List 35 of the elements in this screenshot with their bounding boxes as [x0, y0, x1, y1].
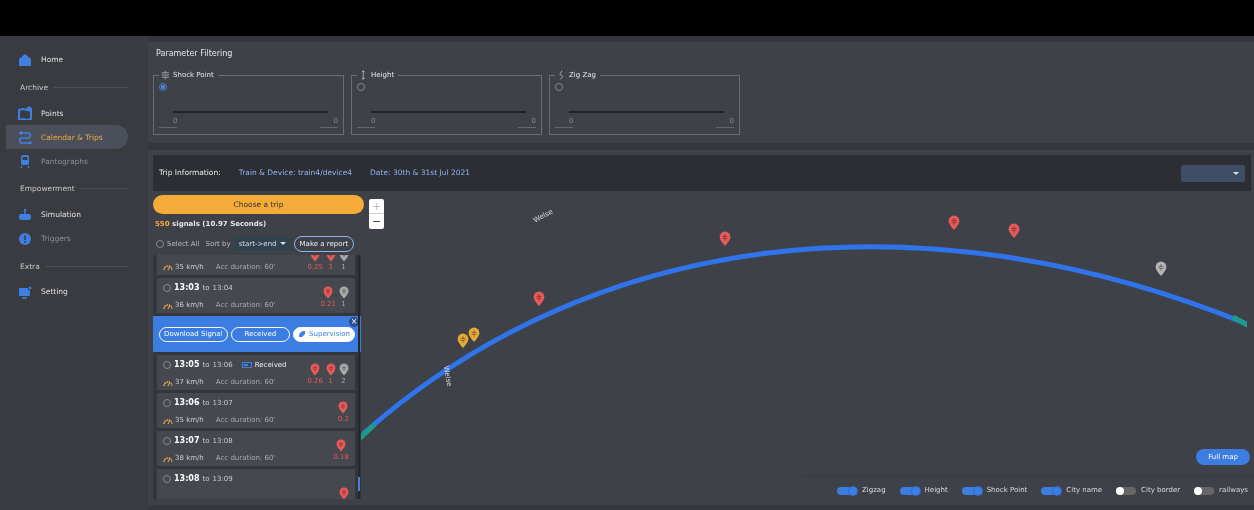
- panel-title: Parameter Filtering: [156, 48, 234, 60]
- start-time: 13:07: [174, 435, 200, 447]
- shock-icon: [161, 70, 171, 80]
- start-time: 13:03: [174, 282, 200, 294]
- map-marker[interactable]: [533, 291, 545, 306]
- start-time: 13:06: [174, 397, 200, 409]
- map-marker[interactable]: [719, 231, 731, 246]
- speed-gauge-icon: [163, 378, 173, 386]
- dropdown[interactable]: [1181, 164, 1245, 182]
- route-icon: [18, 130, 32, 145]
- home-icon: [18, 53, 32, 67]
- route-end-segment: [1231, 314, 1247, 330]
- train-icon: [18, 154, 32, 169]
- speed-gauge-icon: [163, 416, 173, 424]
- map-marker[interactable]: [468, 327, 480, 342]
- map-marker[interactable]: [1008, 223, 1020, 238]
- caret-icon: [1233, 171, 1239, 175]
- speed-gauge-icon: [163, 301, 173, 309]
- map-marker[interactable]: [948, 215, 960, 230]
- zoom-out-button[interactable]: −: [369, 214, 384, 229]
- map-marker[interactable]: [457, 333, 469, 348]
- monitor-icon: [18, 284, 32, 299]
- alert-icon: [18, 231, 32, 246]
- map-icon: [18, 106, 32, 121]
- start-time: 13:08: [174, 473, 200, 485]
- route-end-segment: [361, 422, 377, 443]
- start-time: 13:05: [174, 359, 200, 371]
- card-icon: [241, 362, 252, 368]
- robot-icon: [18, 207, 32, 222]
- radio-button[interactable]: [159, 83, 167, 91]
- caret-icon: [279, 242, 286, 246]
- speed-gauge-icon: [163, 263, 173, 271]
- map-marker[interactable]: [1155, 261, 1167, 276]
- speed-gauge-icon: [163, 454, 173, 462]
- scrollbar-thumb[interactable]: [358, 477, 360, 491]
